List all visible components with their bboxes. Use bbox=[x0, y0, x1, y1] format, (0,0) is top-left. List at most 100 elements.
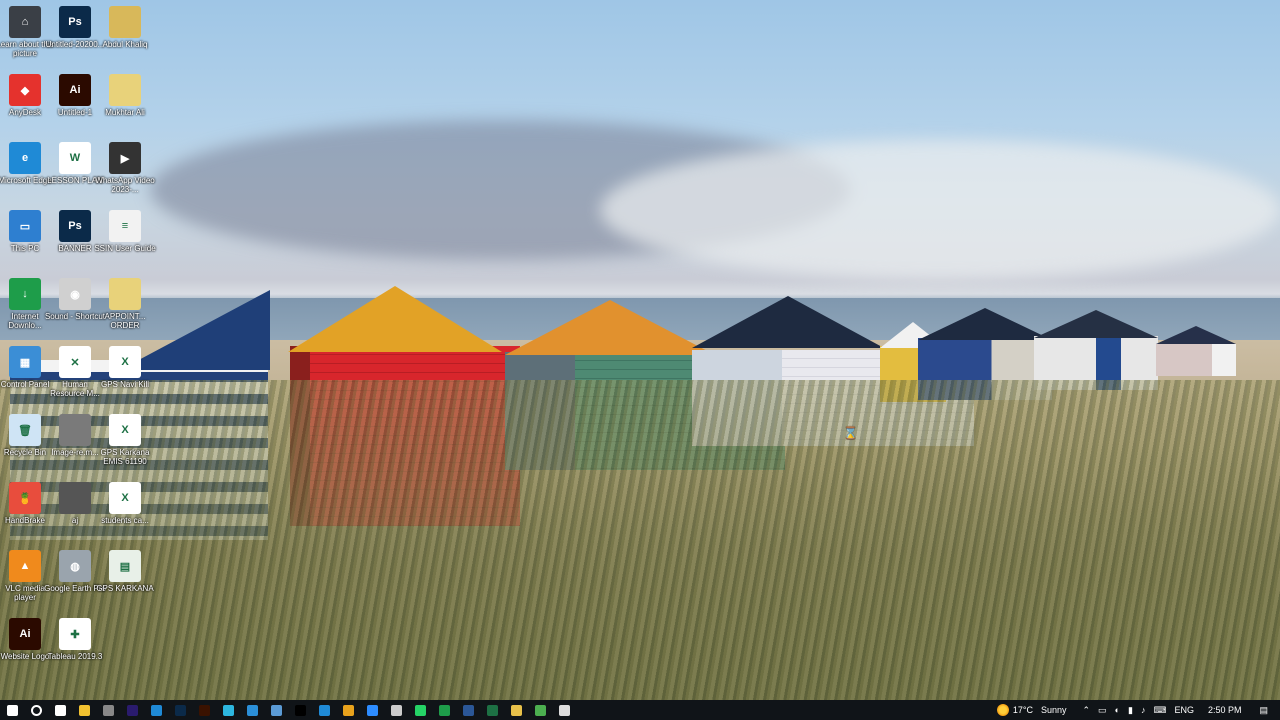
taskbar-start-icon[interactable] bbox=[0, 700, 24, 720]
taskbar-illustrator-icon[interactable] bbox=[192, 700, 216, 720]
dune-grass bbox=[0, 380, 1280, 700]
desktop-icon-image[interactable]: X bbox=[109, 346, 141, 378]
desktop-icon-image[interactable]: ◉ bbox=[59, 278, 91, 310]
desktop-icon[interactable]: Xstudents ca... bbox=[94, 478, 156, 525]
zoom-glyph bbox=[366, 704, 378, 716]
desktop-icon-image[interactable]: e bbox=[9, 142, 41, 174]
desktop-icon-image[interactable]: Ps bbox=[59, 6, 91, 38]
desktop-icon[interactable]: X GPS Navi Kili bbox=[94, 342, 156, 389]
taskbar-edge2-icon[interactable] bbox=[240, 700, 264, 720]
desktop-icon-image[interactable]: ▭ bbox=[9, 210, 41, 242]
edge3-glyph bbox=[318, 704, 330, 716]
desktop-icon-image[interactable]: X bbox=[109, 482, 141, 514]
desktop-icon-label: Abdul Khaliq bbox=[102, 40, 148, 49]
desktop-icon-image[interactable] bbox=[109, 6, 141, 38]
chrome-glyph bbox=[342, 704, 354, 716]
taskbar-search-icon[interactable] bbox=[24, 700, 48, 720]
app6-glyph bbox=[438, 704, 450, 716]
desktop-icon-image[interactable]: 🗑 bbox=[9, 414, 41, 446]
desktop-wallpaper: ⌂ Learn about this picture Ps Untitled-2020… bbox=[0, 0, 1280, 700]
taskbar-app-list bbox=[0, 700, 576, 720]
taskbar-explorer-icon[interactable] bbox=[504, 700, 528, 720]
desktop-icon-label: GPS Karkana EMIS 61190 bbox=[100, 448, 150, 466]
desktop-icon[interactable]: Mukhtar Ali bbox=[94, 70, 156, 117]
weather-description[interactable]: Sunny bbox=[1041, 705, 1067, 715]
desktop-icon-image[interactable]: ▲ bbox=[9, 550, 41, 582]
mouse-cursor-icon: ⌛ bbox=[843, 426, 858, 440]
desktop-icon[interactable]: Abdul Khaliq bbox=[94, 2, 156, 49]
network-icon[interactable]: ▭ bbox=[1098, 705, 1107, 716]
weather-temperature[interactable]: 17°C bbox=[1013, 705, 1033, 715]
desktop-icon[interactable]: X GPS Karkana EMIS 61190 bbox=[94, 410, 156, 466]
illustrator-glyph bbox=[198, 704, 210, 716]
taskbar-zoom-icon[interactable] bbox=[360, 700, 384, 720]
desktop-icon-image[interactable]: ▶ bbox=[109, 142, 141, 174]
hut-roof bbox=[1156, 326, 1236, 344]
clock-time[interactable]: 2:50 PM bbox=[1208, 705, 1242, 715]
taskbar-excel-icon[interactable] bbox=[480, 700, 504, 720]
desktop-icon-image[interactable]: ✕ bbox=[59, 346, 91, 378]
hut-roof bbox=[692, 296, 884, 348]
desktop-icon-image[interactable]: W bbox=[59, 142, 91, 174]
desktop-icon-image[interactable]: ≡ bbox=[109, 210, 141, 242]
hut-roof bbox=[918, 308, 1052, 340]
desktop-icon-image[interactable]: ✚ bbox=[59, 618, 91, 650]
edge2-glyph bbox=[246, 704, 258, 716]
desktop-icon-image[interactable]: X bbox=[109, 414, 141, 446]
taskbar-app6-icon[interactable] bbox=[432, 700, 456, 720]
taskbar-edge3-icon[interactable] bbox=[312, 700, 336, 720]
desktop-icon-image[interactable]: ◍ bbox=[59, 550, 91, 582]
taskbar-app2-icon[interactable] bbox=[96, 700, 120, 720]
taskbar-app3-icon[interactable] bbox=[216, 700, 240, 720]
desktop-icon-image[interactable]: ⌂ bbox=[9, 6, 41, 38]
desktop-icon[interactable]: ≡ SSIN User Guide bbox=[94, 206, 156, 253]
taskbar-whatsapp-icon[interactable] bbox=[408, 700, 432, 720]
desktop-icon-image[interactable]: ▤ bbox=[109, 550, 141, 582]
language-indicator[interactable]: ENG bbox=[1174, 705, 1194, 715]
desktop-icon-label: GPS KARKANA bbox=[96, 584, 154, 593]
taskbar-app7-icon[interactable] bbox=[528, 700, 552, 720]
desktop-icon-image[interactable]: Ai bbox=[9, 618, 41, 650]
desktop-icon[interactable]: ✚ Tableau 2019.3 bbox=[44, 614, 106, 661]
desktop-icon-image[interactable] bbox=[109, 278, 141, 310]
taskbar-app8-icon[interactable] bbox=[552, 700, 576, 720]
desktop-icon[interactable]: ▤ GPS KARKANA bbox=[94, 546, 156, 593]
volume-icon[interactable]: ♪ bbox=[1141, 705, 1146, 715]
chevron-up-icon[interactable]: ⌃ bbox=[1082, 705, 1090, 716]
desktop-icon-image[interactable] bbox=[59, 414, 91, 446]
notification-center-icon[interactable]: ▤ bbox=[1259, 705, 1268, 716]
taskbar-audition-icon[interactable] bbox=[120, 700, 144, 720]
beach-hut-distant bbox=[1156, 326, 1236, 376]
desktop-icon-label: SSIN User Guide bbox=[94, 244, 156, 253]
taskbar-word-icon[interactable] bbox=[456, 700, 480, 720]
desktop-icon-image[interactable] bbox=[59, 482, 91, 514]
taskbar-app1-icon[interactable] bbox=[72, 700, 96, 720]
keyboard-icon[interactable]: ⌨ bbox=[1153, 705, 1166, 716]
app2-glyph bbox=[102, 704, 114, 716]
desktop-icon-image[interactable]: Ps bbox=[59, 210, 91, 242]
taskbar-task-view-icon[interactable] bbox=[48, 700, 72, 720]
search-glyph bbox=[30, 704, 42, 716]
taskbar-photoshop-icon[interactable] bbox=[168, 700, 192, 720]
desktop-icon-image[interactable]: ◆ bbox=[9, 74, 41, 106]
hut-roof bbox=[505, 300, 715, 355]
taskbar-chrome-icon[interactable] bbox=[336, 700, 360, 720]
app3-glyph bbox=[222, 704, 234, 716]
app8-glyph bbox=[558, 704, 570, 716]
desktop-icon[interactable]: APPOINT... ORDER bbox=[94, 274, 156, 330]
desktop-icon-image[interactable]: 🍍 bbox=[9, 482, 41, 514]
taskbar-edge-icon[interactable] bbox=[144, 700, 168, 720]
desktop-icon-image[interactable]: ▦ bbox=[9, 346, 41, 378]
taskbar-app5-icon[interactable] bbox=[384, 700, 408, 720]
desktop-icon-image[interactable]: ↓ bbox=[9, 278, 41, 310]
taskbar-app4-icon[interactable] bbox=[264, 700, 288, 720]
microphone-icon[interactable]: ▮ bbox=[1128, 705, 1133, 716]
desktop-icon[interactable]: ▶ WhatsApp Video 2023-... bbox=[94, 138, 156, 194]
desktop-icon-image[interactable] bbox=[109, 74, 141, 106]
weather-sun-icon[interactable] bbox=[996, 704, 1009, 716]
whatsapp-glyph bbox=[414, 704, 426, 716]
taskbar-tiktok-icon[interactable] bbox=[288, 700, 312, 720]
task-view-glyph bbox=[54, 704, 66, 716]
wifi-icon[interactable]: ◐ bbox=[1115, 705, 1120, 715]
desktop-icon-image[interactable]: Ai bbox=[59, 74, 91, 106]
